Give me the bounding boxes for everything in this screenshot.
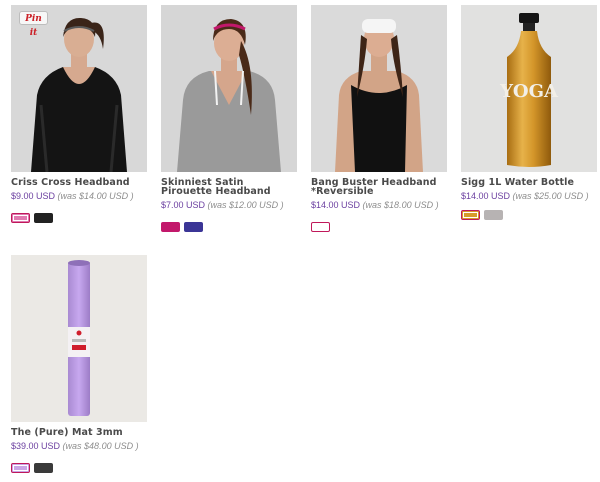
product-card: YOGA Sigg 1L Water Bottle $14.00 USD (wa… [461,5,597,224]
product-price: $14.00 USD (was $25.00 USD ) [461,191,597,201]
product-card: Pin it Criss Cross Headband $9.00 USD (w… [11,5,147,227]
color-swatch[interactable] [11,463,30,473]
product-photo[interactable] [161,5,297,172]
product-card: Skinniest Satin Pirouette Headband $7.00… [161,5,297,236]
color-swatches [161,222,297,236]
color-swatch[interactable] [461,210,480,220]
sale-price: $7.00 USD [161,200,206,210]
water-bottle-photo-icon: YOGA [461,5,597,172]
product-photo[interactable]: Pin it [11,5,147,172]
product-name[interactable]: Sigg 1L Water Bottle [461,178,597,188]
sale-price: $39.00 USD [11,441,61,451]
product-price: $9.00 USD (was $14.00 USD ) [11,191,147,201]
original-price: (was $12.00 USD ) [207,200,284,210]
product-photo[interactable] [311,5,447,172]
product-price: $39.00 USD (was $48.00 USD ) [11,441,147,451]
model-with-headband-photo-icon [161,5,297,172]
color-swatches [311,222,447,236]
original-price: (was $18.00 USD ) [362,200,439,210]
color-swatches [461,210,597,224]
product-name[interactable]: The (Pure) Mat 3mm [11,428,147,438]
product-name[interactable]: Criss Cross Headband [11,178,147,188]
bottle-print-text: YOGA [499,81,559,102]
color-swatch[interactable] [34,463,53,473]
color-swatches [11,463,147,477]
product-name[interactable]: Bang Buster Headband *Reversible [311,178,447,197]
model-with-headband-photo-icon [311,5,447,172]
color-swatch[interactable] [11,213,30,223]
product-card: Bang Buster Headband *Reversible $14.00 … [311,5,447,236]
original-price: (was $14.00 USD ) [57,191,134,201]
color-swatch[interactable] [484,210,503,220]
color-swatches [11,213,147,227]
color-swatch[interactable] [34,213,53,223]
sale-price: $9.00 USD [11,191,56,201]
product-name[interactable]: Skinniest Satin Pirouette Headband [161,178,297,197]
product-price: $14.00 USD (was $18.00 USD ) [311,200,447,210]
original-price: (was $48.00 USD ) [62,441,139,451]
product-card: The (Pure) Mat 3mm $39.00 USD (was $48.0… [11,255,147,477]
yoga-mat-photo-icon [11,255,147,422]
product-photo[interactable] [11,255,147,422]
sale-price: $14.00 USD [311,200,361,210]
original-price: (was $25.00 USD ) [512,191,589,201]
pin-it-button[interactable]: Pin it [19,11,48,38]
color-swatch[interactable] [161,222,180,232]
product-photo[interactable]: YOGA [461,5,597,172]
color-swatch[interactable] [311,222,330,232]
color-swatch[interactable] [184,222,203,232]
product-price: $7.00 USD (was $12.00 USD ) [161,200,297,210]
sale-price: $14.00 USD [461,191,511,201]
